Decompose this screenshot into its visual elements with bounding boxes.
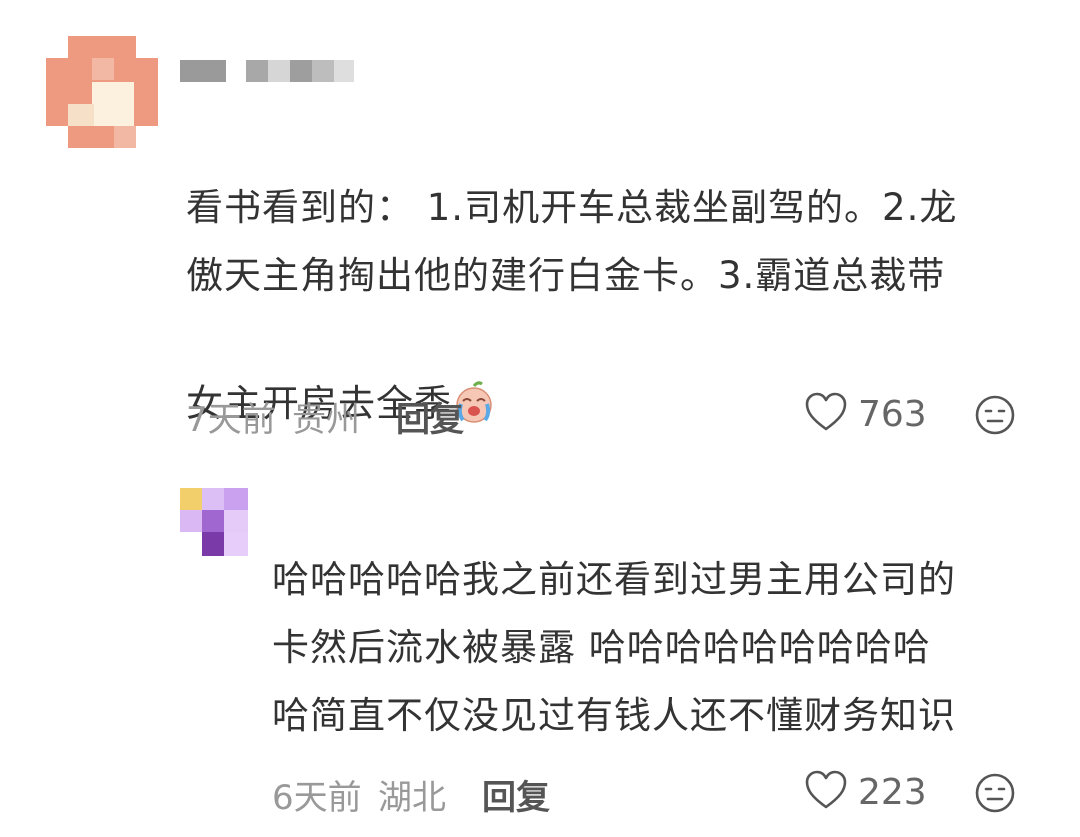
- avatar[interactable]: [46, 36, 158, 148]
- reply-location: 湖北: [378, 778, 446, 818]
- neutral-face-icon: [974, 773, 1016, 818]
- reply-time: 6天前: [272, 778, 362, 818]
- reply-text: 哈哈哈哈哈我之前还看到过男主用公司的 卡然后流水被暴露 哈哈哈哈哈哈哈哈哈 哈简…: [272, 558, 956, 737]
- dislike-button[interactable]: [974, 394, 1016, 440]
- like-count: 223: [858, 771, 927, 813]
- reply-avatar[interactable]: [180, 488, 248, 556]
- like-button[interactable]: 763: [804, 392, 927, 436]
- reply-button[interactable]: 回复: [396, 392, 464, 441]
- comment-text-content: 看书看到的： 1.司机开车总裁坐副驾的。2.龙 傲天主角掏出他的建行白金卡。3.…: [186, 186, 958, 425]
- heart-icon: [804, 392, 848, 436]
- username-blurred[interactable]: [180, 60, 355, 82]
- reply-reply-button[interactable]: 回复: [482, 770, 550, 819]
- like-count: 763: [858, 393, 927, 435]
- comment-location: 贵州: [292, 400, 360, 440]
- heart-icon: [804, 770, 848, 814]
- reply-like-button[interactable]: 223: [804, 770, 927, 814]
- comment-time: 7天前: [186, 400, 276, 440]
- reply-dislike-button[interactable]: [974, 772, 1016, 818]
- neutral-face-icon: [974, 395, 1016, 440]
